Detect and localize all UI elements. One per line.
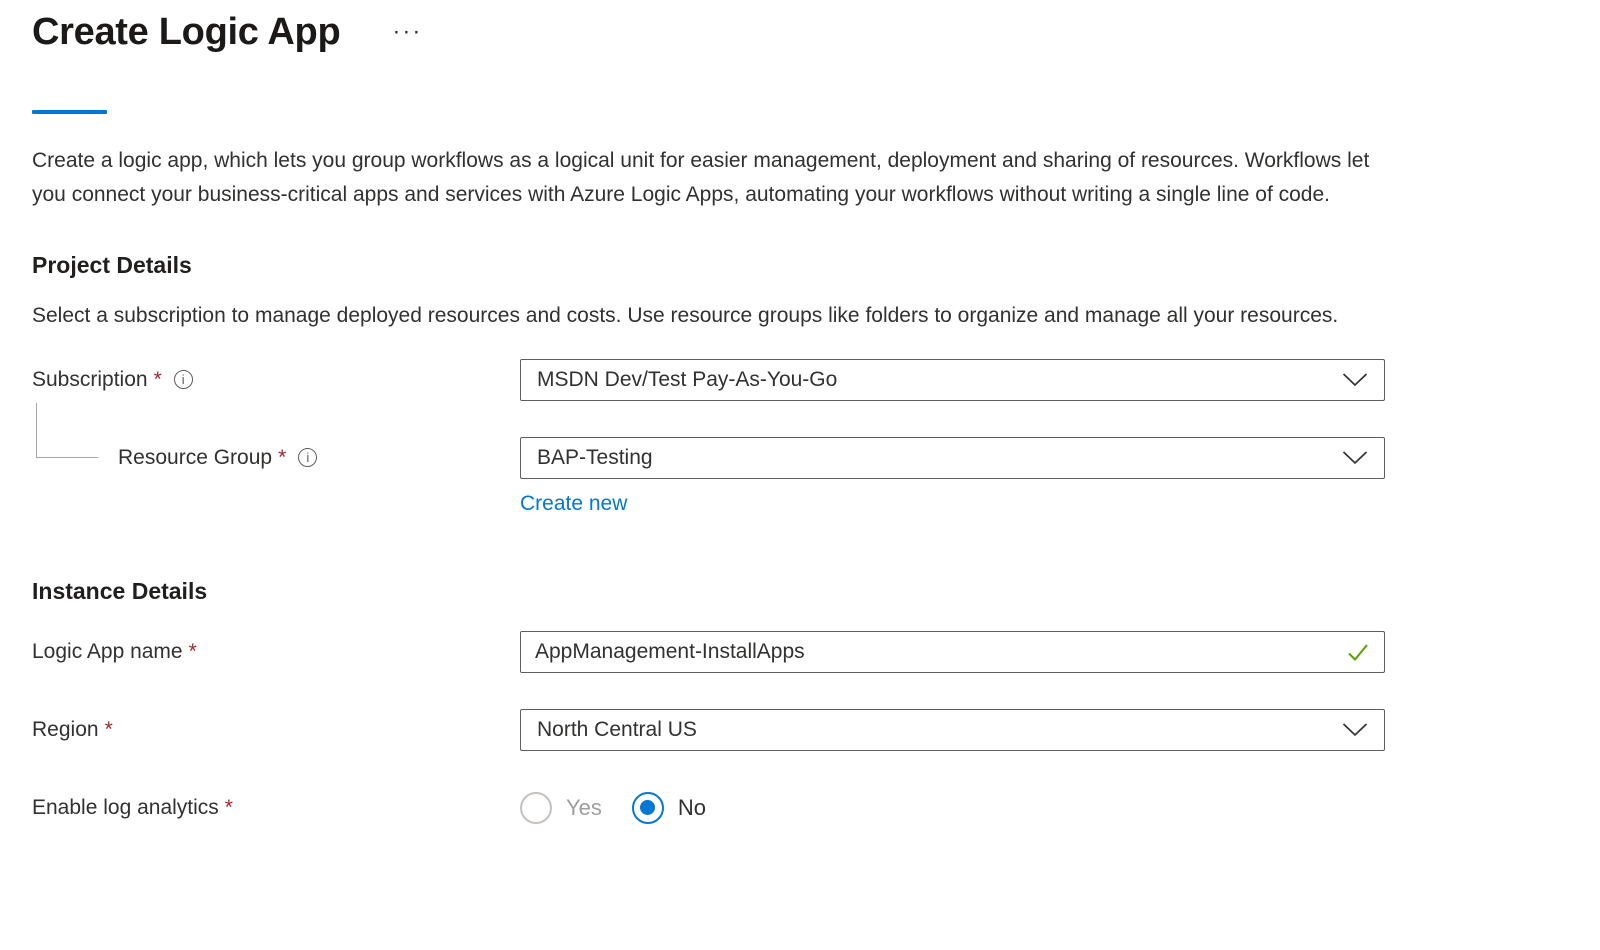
resource-group-label: Resource Group xyxy=(118,446,272,470)
resource-group-required-asterisk: * xyxy=(278,446,286,470)
radio-circle-icon xyxy=(632,792,664,824)
more-options-button[interactable]: ··· xyxy=(392,20,422,44)
enable-log-analytics-required-asterisk: * xyxy=(225,796,233,820)
logic-app-name-field xyxy=(520,631,1385,673)
instance-form: Logic App name * Region * North Cen xyxy=(32,631,1600,829)
subscription-dropdown[interactable]: MSDN Dev/Test Pay-As-You-Go xyxy=(520,359,1385,401)
subscription-value: MSDN Dev/Test Pay-As-You-Go xyxy=(537,368,837,392)
info-icon[interactable]: i xyxy=(174,370,193,389)
region-required-asterisk: * xyxy=(105,718,113,742)
region-dropdown[interactable]: North Central US xyxy=(520,709,1385,751)
subscription-label: Subscription xyxy=(32,368,148,392)
resource-group-value: BAP-Testing xyxy=(537,446,653,470)
enable-log-analytics-row: Enable log analytics * Yes No xyxy=(32,787,1600,829)
active-tab-indicator xyxy=(32,110,107,114)
chevron-down-icon xyxy=(1342,722,1368,737)
page-title: Create Logic App xyxy=(24,10,340,56)
chevron-down-icon xyxy=(1342,450,1368,465)
subscription-required-asterisk: * xyxy=(154,368,162,392)
resource-group-label-cell: Resource Group * i xyxy=(32,437,520,479)
resource-group-dropdown[interactable]: BAP-Testing xyxy=(520,437,1385,479)
logic-app-name-field-cell xyxy=(520,631,1385,673)
radio-option-no[interactable]: No xyxy=(632,792,706,824)
project-details-description: Select a subscription to manage deployed… xyxy=(32,299,1385,333)
enable-log-analytics-radio-group: Yes No xyxy=(520,787,1385,829)
chevron-down-icon xyxy=(1342,372,1368,387)
subscription-label-cell: Subscription * i xyxy=(32,359,520,401)
ellipsis-icon: ··· xyxy=(392,18,422,45)
region-label: Region xyxy=(32,718,99,742)
logic-app-name-input[interactable] xyxy=(535,640,1334,664)
logic-app-name-label: Logic App name xyxy=(32,640,183,664)
subscription-field-cell: MSDN Dev/Test Pay-As-You-Go xyxy=(520,359,1385,401)
create-form: Subscription * i MSDN Dev/Test Pay-As-Yo… xyxy=(32,359,1600,516)
region-label-cell: Region * xyxy=(32,709,520,751)
region-row: Region * North Central US xyxy=(32,709,1600,751)
enable-log-analytics-label: Enable log analytics xyxy=(32,796,219,820)
radio-circle-icon xyxy=(520,792,552,824)
region-value: North Central US xyxy=(537,718,697,742)
info-icon[interactable]: i xyxy=(298,448,317,467)
logic-app-name-row: Logic App name * xyxy=(32,631,1600,673)
resource-group-row: Resource Group * i BAP-Testing Create ne… xyxy=(32,437,1600,516)
enable-log-analytics-label-cell: Enable log analytics * xyxy=(32,787,520,829)
intro-text: Create a logic app, which lets you group… xyxy=(32,144,1385,212)
radio-label-no: No xyxy=(678,795,706,821)
radio-label-yes: Yes xyxy=(566,795,602,821)
create-new-link[interactable]: Create new xyxy=(520,492,627,516)
subscription-row: Subscription * i MSDN Dev/Test Pay-As-Yo… xyxy=(32,359,1600,401)
create-logic-app-page: Create Logic App ··· Create a logic app,… xyxy=(0,0,1600,829)
resource-group-field-cell: BAP-Testing Create new xyxy=(520,437,1385,516)
checkmark-icon xyxy=(1346,640,1370,664)
logic-app-name-label-cell: Logic App name * xyxy=(32,631,520,673)
page-header: Create Logic App ··· xyxy=(32,0,1600,56)
radio-option-yes[interactable]: Yes xyxy=(520,792,602,824)
region-field-cell: North Central US xyxy=(520,709,1385,751)
enable-log-analytics-field-cell: Yes No xyxy=(520,787,1385,829)
project-details-heading: Project Details xyxy=(32,252,1600,279)
logic-app-name-required-asterisk: * xyxy=(189,640,197,664)
instance-details-heading: Instance Details xyxy=(32,578,1600,605)
